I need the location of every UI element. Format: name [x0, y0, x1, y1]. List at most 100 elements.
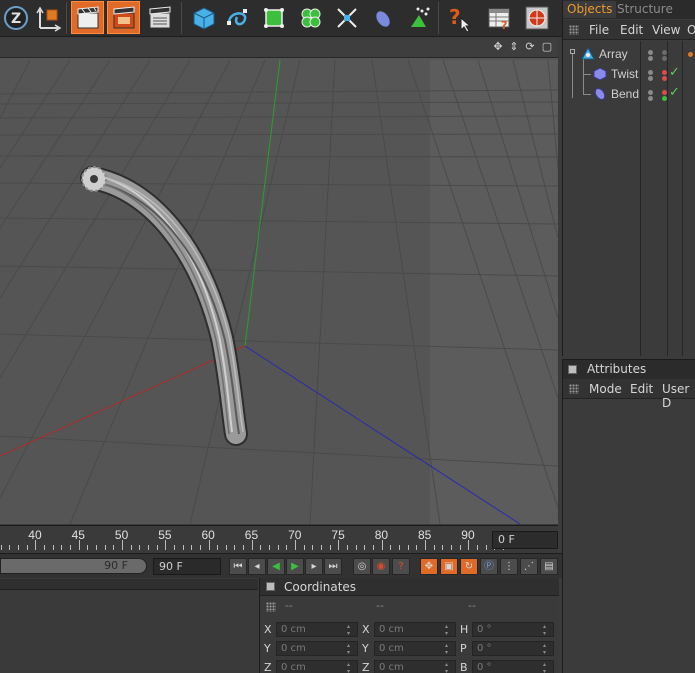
time-range-slider[interactable]: 90 F: [0, 558, 147, 574]
subdivision-icon[interactable]: [257, 1, 290, 34]
position-z-field[interactable]: 0 cm: [276, 660, 358, 673]
rotate-view-icon[interactable]: ⟳: [523, 40, 537, 54]
play-forwards-icon[interactable]: ▶: [286, 558, 304, 575]
rotation-p-field[interactable]: 0 °: [472, 641, 554, 656]
record-keys-icon[interactable]: ◎: [353, 558, 371, 575]
timeline-minor-tick: [191, 545, 193, 550]
timeline-minor-tick: [364, 545, 366, 550]
key-position-icon[interactable]: ✥: [420, 558, 438, 575]
size-z-field[interactable]: 0 cm: [374, 660, 456, 673]
visibility-editor-dot[interactable]: [648, 70, 653, 75]
size-y-field[interactable]: 0 cm: [374, 641, 456, 656]
go-to-end-icon[interactable]: ⏭: [324, 558, 342, 575]
end-frame-field[interactable]: 90 F: [153, 558, 221, 575]
timeline-minor-tick: [399, 545, 401, 550]
cloner-icon[interactable]: [294, 1, 327, 34]
light-icon[interactable]: [402, 1, 435, 34]
enabled-check-icon[interactable]: ✓: [669, 85, 680, 100]
layer-dot[interactable]: [662, 56, 667, 61]
perspective-viewport[interactable]: ✥ ⇕ ⟳ ▢: [0, 38, 558, 524]
go-to-start-icon[interactable]: ⏮: [229, 558, 247, 575]
coordinate-system-icon[interactable]: [31, 1, 64, 34]
timeline-window-icon[interactable]: ▤: [540, 558, 558, 575]
layout-icon[interactable]: ?: [482, 1, 515, 34]
position-y-label: Y: [264, 642, 271, 655]
timeline-minor-tick: [217, 545, 219, 550]
timeline-minor-tick: [260, 545, 262, 550]
rotation-b-field[interactable]: 0 °: [472, 660, 554, 673]
size-x-field[interactable]: 0 cm: [374, 622, 456, 637]
key-point-level-icon[interactable]: ⋮: [500, 558, 518, 575]
previous-key-icon[interactable]: ◂: [248, 558, 266, 575]
viewport-canvas[interactable]: [0, 38, 558, 524]
layer-dot[interactable]: [662, 50, 667, 55]
menu-file[interactable]: File: [589, 23, 609, 37]
enabled-check-icon[interactable]: ✓: [669, 65, 680, 80]
spline-icon[interactable]: [221, 1, 254, 34]
svg-text:?: ?: [449, 5, 461, 29]
tab-objects[interactable]: Objects: [563, 1, 617, 18]
timeline-minor-tick: [269, 545, 271, 550]
move-view-icon[interactable]: ✥: [491, 40, 505, 54]
timeline-tick-label: 75: [331, 528, 345, 542]
collapse-icon[interactable]: [570, 49, 575, 54]
menu-edit[interactable]: Edit: [620, 23, 643, 37]
timeline-minor-tick: [312, 545, 314, 550]
main-toolbar: Z ? ?: [0, 0, 562, 37]
tree-row-array[interactable]: Array: [563, 44, 695, 64]
menu-mode[interactable]: Mode: [589, 382, 622, 396]
visibility-editor-dot[interactable]: [648, 50, 653, 55]
deformer-icon[interactable]: [330, 1, 363, 34]
motion-system-icon[interactable]: ⋰: [520, 558, 538, 575]
layer-dot[interactable]: [662, 96, 667, 101]
undo-z-icon[interactable]: Z: [0, 1, 33, 34]
timeline-tick-label: 90: [461, 528, 475, 542]
menu-user-data[interactable]: User D: [662, 382, 695, 410]
menu-view[interactable]: View: [652, 23, 680, 37]
browser-icon[interactable]: [520, 1, 553, 34]
render-picture-viewer-icon[interactable]: [107, 1, 140, 34]
size-z-label: Z: [362, 661, 370, 673]
visibility-render-dot[interactable]: [648, 56, 653, 61]
timeline-minor-tick: [303, 545, 305, 550]
help-icon[interactable]: ?: [442, 1, 475, 34]
visibility-editor-dot[interactable]: [648, 90, 653, 95]
maximize-view-icon[interactable]: ▢: [540, 40, 554, 54]
position-y-field[interactable]: 0 cm: [276, 641, 358, 656]
render-view-icon[interactable]: [71, 1, 104, 34]
grip-icon: [266, 602, 276, 612]
key-scale-icon[interactable]: ▣: [440, 558, 458, 575]
key-parameter-icon[interactable]: Ⓟ: [480, 558, 498, 575]
rotation-h-field[interactable]: 0 °: [472, 622, 554, 637]
menu-edit[interactable]: Edit: [630, 382, 653, 396]
zoom-view-icon[interactable]: ⇕: [507, 40, 521, 54]
next-key-icon[interactable]: ▸: [305, 558, 323, 575]
tag-dot[interactable]: [688, 52, 693, 57]
position-x-field[interactable]: 0 cm: [276, 622, 358, 637]
timeline-minor-tick: [355, 545, 357, 550]
layer-dot[interactable]: [662, 90, 667, 95]
attributes-header: Attributes: [563, 360, 695, 379]
autokey-icon[interactable]: ◉: [372, 558, 390, 575]
visibility-render-dot[interactable]: [648, 96, 653, 101]
key-rotation-icon[interactable]: ↻: [460, 558, 478, 575]
tree-row-bend[interactable]: Bend ✓: [563, 84, 695, 104]
timeline-ruler[interactable]: 354045505560657075808590: [0, 525, 558, 553]
keyframe-selection-icon[interactable]: ?: [392, 558, 410, 575]
layer-dot[interactable]: [662, 70, 667, 75]
coordinates-header: Coordinates: [260, 578, 559, 596]
menu-objects[interactable]: O: [687, 23, 695, 37]
render-settings-icon[interactable]: [143, 1, 176, 34]
size-y-label: Y: [362, 642, 369, 655]
tree-label-bend: Bend: [611, 87, 640, 101]
play-backwards-icon[interactable]: ◀: [267, 558, 285, 575]
column-header-rotation: --: [468, 599, 476, 612]
cube-icon[interactable]: [187, 1, 220, 34]
layer-dot[interactable]: [662, 76, 667, 81]
current-frame-field[interactable]: 0 F: [492, 531, 558, 549]
tree-row-twist[interactable]: Twist ✓: [563, 64, 695, 84]
scene-icon[interactable]: [366, 1, 399, 34]
tab-structure[interactable]: Structure: [613, 1, 677, 18]
timeline-minor-tick: [433, 545, 435, 550]
visibility-render-dot[interactable]: [648, 76, 653, 81]
